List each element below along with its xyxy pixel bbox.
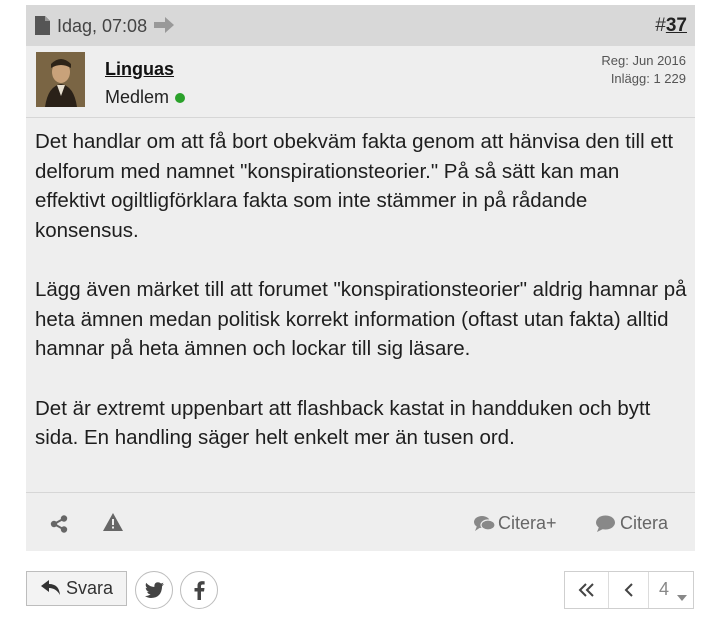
user-stats: Reg: Jun 2016 Inlägg: 1 229 xyxy=(601,52,686,88)
previous-page-button[interactable] xyxy=(609,572,649,608)
online-status-icon xyxy=(175,93,186,104)
reply-label: Svara xyxy=(66,578,114,598)
message-paragraph: Det handlar om att få bort obekväm fakta… xyxy=(35,130,674,242)
username-link[interactable]: Linguas xyxy=(105,58,174,80)
share-icon[interactable] xyxy=(50,515,68,538)
post-footer: Citera+ Citera xyxy=(26,492,695,552)
caret-down-icon xyxy=(677,588,687,606)
pagination: 4 xyxy=(564,571,694,609)
post-number-link[interactable]: 37 xyxy=(666,15,687,36)
reply-button[interactable]: Svara xyxy=(26,571,127,606)
reply-icon xyxy=(41,580,61,601)
post-date: Idag, 07:08 xyxy=(57,16,148,36)
comments-icon[interactable] xyxy=(474,515,496,537)
user-title: Medlem xyxy=(105,86,186,108)
comment-icon[interactable] xyxy=(596,515,615,537)
chevron-left-icon xyxy=(624,583,634,602)
post-number: #37 xyxy=(655,15,687,36)
facebook-share-button[interactable] xyxy=(180,571,218,609)
user-registered: Reg: Jun 2016 xyxy=(601,53,686,68)
forum-post: Idag, 07:08 #37 Linguas Medlem Reg: Jun … xyxy=(26,5,695,551)
double-chevron-left-icon xyxy=(578,583,595,602)
document-icon xyxy=(35,16,50,40)
message-paragraph: Lägg även märket till att forumet "konsp… xyxy=(35,278,687,360)
post-userbar: Linguas Medlem Reg: Jun 2016 Inlägg: 1 2… xyxy=(26,46,695,118)
post-message: Det handlar om att få bort obekväm fakta… xyxy=(35,127,690,483)
first-page-button[interactable] xyxy=(565,572,609,608)
quote-button[interactable]: Citera xyxy=(620,512,668,534)
multiquote-button[interactable]: Citera+ xyxy=(498,512,557,534)
twitter-share-button[interactable] xyxy=(135,571,173,609)
post-header: Idag, 07:08 #37 xyxy=(26,5,695,46)
warning-icon[interactable] xyxy=(103,513,123,536)
twitter-icon xyxy=(145,582,164,603)
avatar[interactable] xyxy=(36,52,85,107)
facebook-icon xyxy=(194,581,205,605)
page-select[interactable]: 4 xyxy=(649,572,693,608)
message-paragraph: Det är extremt uppenbart att flashback k… xyxy=(35,396,651,450)
arrow-right-icon[interactable] xyxy=(154,17,174,38)
user-post-count: Inlägg: 1 229 xyxy=(610,71,686,86)
current-page: 4 xyxy=(659,579,670,599)
